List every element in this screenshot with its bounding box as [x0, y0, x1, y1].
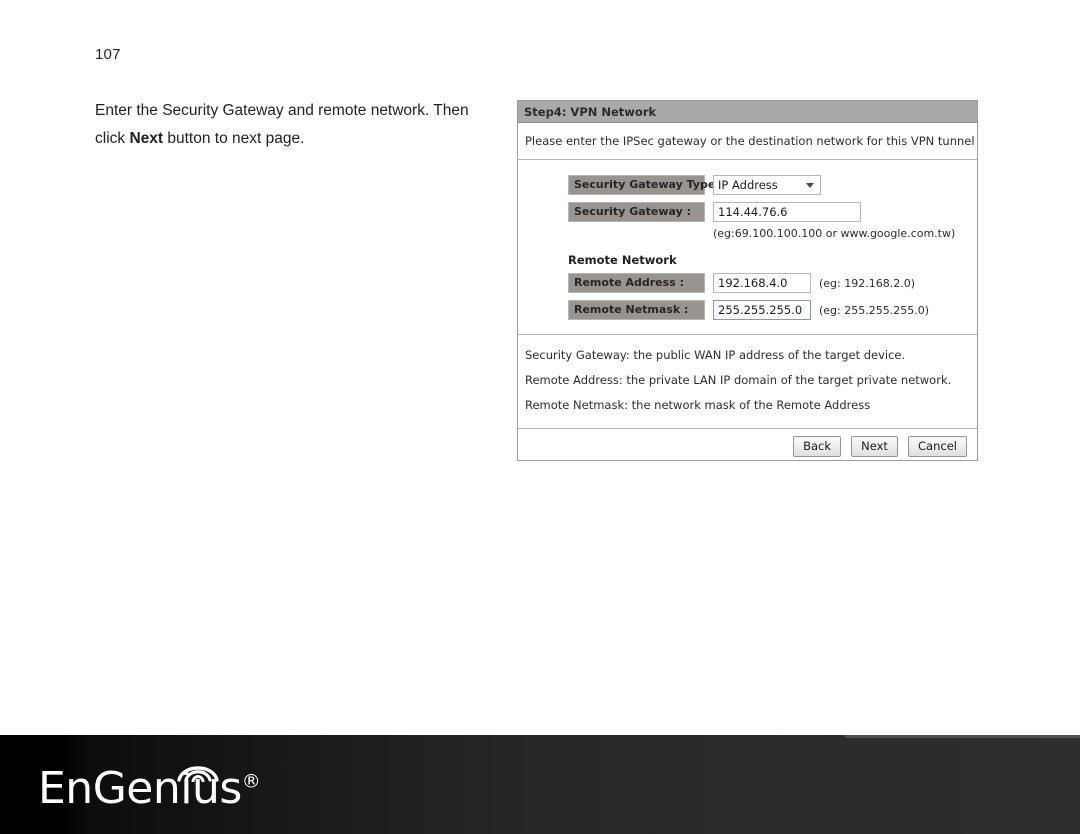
security-gateway-value-cell	[705, 201, 955, 222]
security-gateway-label-cell: Security Gateway :	[568, 201, 705, 222]
vpn-form-table: Security Gateway Type : IP Address Secur…	[568, 174, 955, 320]
vpn-network-panel: Step4: VPN Network Please enter the IPSe…	[517, 100, 978, 461]
remote-netmask-value-cell: (eg: 255.255.255.0)	[705, 299, 955, 320]
remote-address-hint: (eg: 192.168.2.0)	[819, 277, 916, 290]
panel-button-bar: Back Next Cancel	[518, 429, 977, 460]
gateway-type-value-cell: IP Address	[705, 174, 955, 195]
page-number: 107	[95, 46, 121, 63]
chevron-down-icon	[806, 183, 814, 188]
gateway-hint-cell: (eg:69.100.100.100 or www.google.com.tw)	[705, 222, 955, 241]
remote-netmask-input[interactable]	[713, 300, 811, 320]
instruction-paragraph: Enter the Security Gateway and remote ne…	[95, 97, 495, 153]
table-row-gateway-hint: (eg:69.100.100.100 or www.google.com.tw)	[568, 222, 955, 241]
table-row-gateway-type: Security Gateway Type : IP Address	[568, 174, 955, 195]
table-row-remote-address: Remote Address : (eg: 192.168.2.0)	[568, 272, 955, 293]
gateway-type-label-cell: Security Gateway Type :	[568, 174, 724, 195]
vpn-form-section: Security Gateway Type : IP Address Secur…	[518, 160, 977, 335]
remote-address-input[interactable]	[713, 273, 811, 293]
panel-title: Step4: VPN Network	[518, 101, 977, 123]
remote-address-label: Remote Address :	[568, 272, 705, 293]
security-gateway-hint: (eg:69.100.100.100 or www.google.com.tw)	[713, 227, 956, 240]
footer-highlight-strip	[845, 735, 1080, 738]
instruction-text-tail: button to next page.	[163, 130, 305, 147]
back-button[interactable]: Back	[793, 436, 842, 457]
help-notes-section: Security Gateway: the public WAN IP addr…	[518, 335, 977, 429]
instruction-next-emphasis: Next	[129, 130, 164, 147]
gateway-type-label: Security Gateway Type :	[568, 174, 724, 195]
remote-netmask-hint: (eg: 255.255.255.0)	[819, 304, 930, 317]
table-row-remote-netmask: Remote Netmask : (eg: 255.255.255.0)	[568, 299, 955, 320]
security-gateway-label: Security Gateway :	[568, 201, 705, 222]
remote-netmask-label-cell: Remote Netmask :	[568, 299, 705, 320]
registered-trademark-icon: ®	[241, 770, 261, 793]
gateway-type-selected-value: IP Address	[718, 178, 778, 192]
remote-address-label-cell: Remote Address :	[568, 272, 705, 293]
cancel-button[interactable]: Cancel	[908, 436, 967, 457]
empty-label-cell	[568, 222, 705, 241]
note-remote-netmask: Remote Netmask: the network mask of the …	[525, 398, 871, 412]
gateway-type-select[interactable]: IP Address	[713, 175, 821, 195]
next-button[interactable]: Next	[851, 436, 898, 457]
table-row-remote-network-heading: Remote Network	[568, 241, 955, 272]
engenius-logo: EnGenius®	[38, 762, 261, 816]
table-row-security-gateway: Security Gateway :	[568, 201, 955, 222]
note-security-gateway: Security Gateway: the public WAN IP addr…	[525, 348, 906, 362]
remote-network-heading: Remote Network	[568, 253, 677, 267]
remote-address-value-cell: (eg: 192.168.2.0)	[705, 272, 955, 293]
security-gateway-input[interactable]	[713, 202, 861, 222]
remote-netmask-label: Remote Netmask :	[568, 299, 705, 320]
panel-intro-text: Please enter the IPSec gateway or the de…	[518, 123, 977, 160]
engenius-wordmark: EnGenius®	[38, 762, 261, 816]
note-remote-address: Remote Address: the private LAN IP domai…	[525, 373, 952, 387]
wifi-signal-icon	[177, 766, 219, 782]
